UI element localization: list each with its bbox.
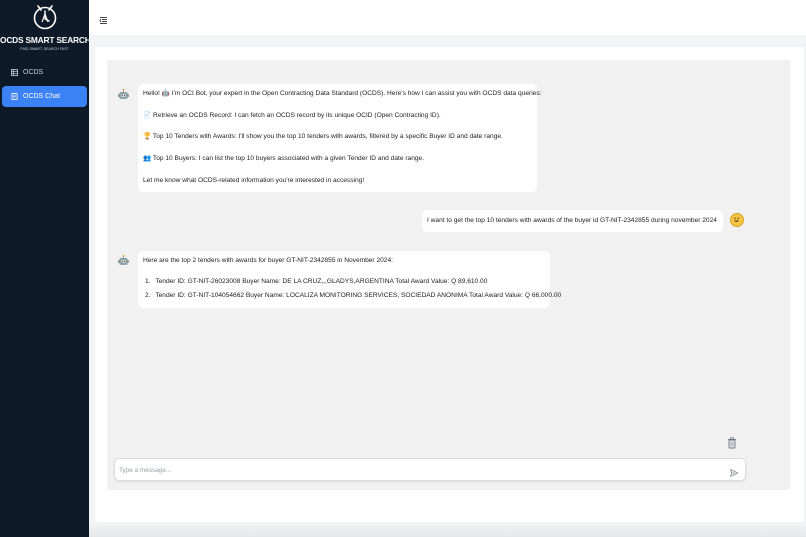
list-number: 1. [145,278,151,285]
message-composer [114,458,746,481]
app-tagline: FIND SMART, SEARCH FAST [20,47,69,51]
robot-icon [117,254,130,267]
document-icon [11,93,18,100]
bot-message-results: Here are the top 2 tenders with awards f… [138,251,561,308]
sidebar-item-ocds[interactable]: OCDS [2,62,87,83]
send-icon[interactable] [729,465,739,477]
bot-message-welcome: Hello! 🤖 I'm OCI Bot, your expert in the… [138,84,541,192]
page-footer [89,522,806,537]
message-text: 📄 Retrieve an OCDS Record: I can fetch a… [143,112,441,119]
message-text: I want to get the top 10 tenders with aw… [427,217,717,224]
message-text: 🏆 Top 10 Tenders with Awards: I'll show … [143,133,503,140]
user-message: I want to get the top 10 tenders with aw… [422,210,723,232]
list-number: 2. [145,292,151,299]
smiley-icon [730,213,744,227]
message-text: Hello! 🤖 I'm OCI Bot, your expert in the… [143,90,542,97]
top-bar [89,0,806,35]
message-text: Here are the top 2 tenders with awards f… [143,257,393,264]
list-item: 1. Tender ID: GT-NIT-26023008 Buyer Name… [145,278,488,286]
app-title: OCDS SMART SEARCH [0,35,91,45]
message-text: 👥 Top 10 Buyers: I can list the top 10 b… [143,155,425,162]
table-icon [11,69,18,76]
list-item: 2. Tender ID: GT-NIT-104054662 Buyer Nam… [145,292,562,300]
sidebar: OCDS SMART SEARCH FIND SMART, SEARCH FAS… [0,0,91,537]
sidebar-item-label: OCDS Chat [23,93,60,100]
message-input[interactable] [119,463,719,477]
robot-icon [117,88,130,101]
list-item-text: Tender ID: GT-NIT-26023008 Buyer Name: D… [155,278,488,285]
list-item-text: Tender ID: GT-NIT-104054662 Buyer Name: … [155,292,562,299]
clock-logo-icon [33,5,56,30]
message-text: Let me know what OCDS-related informatio… [143,177,365,184]
trash-icon[interactable] [727,436,737,449]
sidebar-item-label: OCDS [23,69,44,76]
app-logo: OCDS SMART SEARCH FIND SMART, SEARCH FAS… [0,2,91,51]
menu-toggle-icon[interactable] [99,12,108,24]
sidebar-item-ocds-chat[interactable]: OCDS Chat [2,86,87,107]
